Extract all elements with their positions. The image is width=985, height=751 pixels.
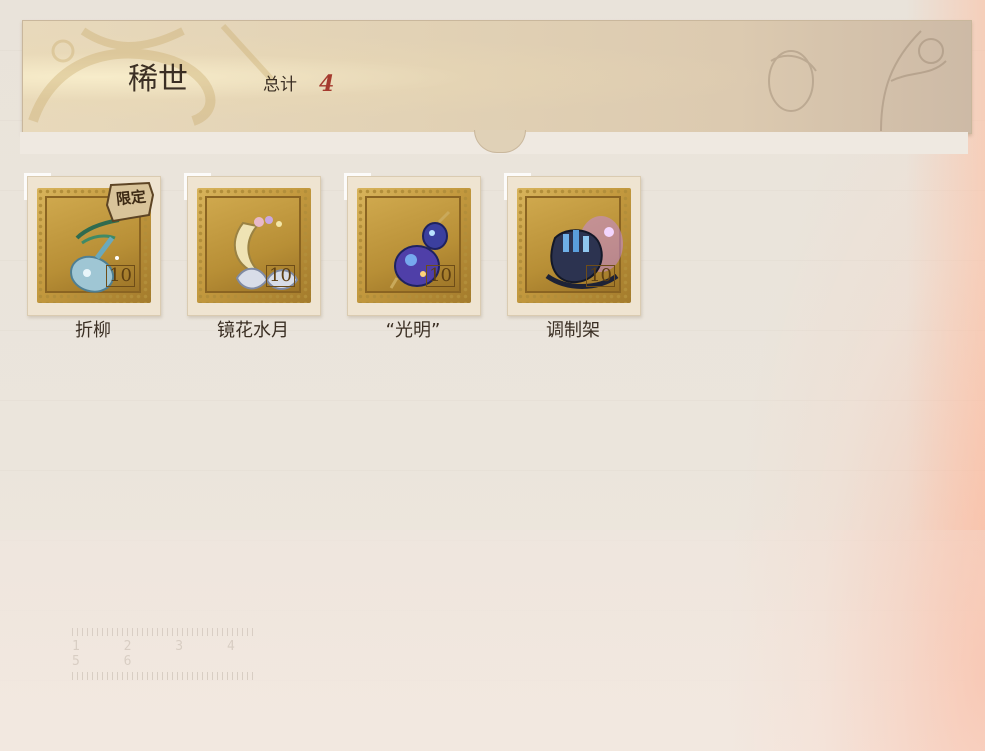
stamp-inner: 10 xyxy=(525,196,623,293)
item-name: 镜花水月 xyxy=(217,320,289,341)
stamp-inner: 10 xyxy=(365,196,461,293)
stamp-frame: 10 xyxy=(184,173,321,316)
item-name: “光明” xyxy=(385,320,441,341)
crescent-moon-flower-icon xyxy=(233,216,299,290)
ruler-numbers: 1 2 3 4 5 6 xyxy=(72,639,253,669)
stamp: 10 xyxy=(517,188,631,303)
total-label: 总计 xyxy=(263,75,297,95)
item-name: 折柳 xyxy=(75,320,111,341)
stamp-value: 10 xyxy=(266,265,295,287)
stamp-value: 10 xyxy=(106,265,135,287)
header-floral-ornament-icon xyxy=(768,30,947,132)
stamp-frame: 10 xyxy=(504,173,641,316)
total-count: 4 xyxy=(319,71,335,97)
category-title: 稀世 xyxy=(128,62,188,97)
stamp: 10 xyxy=(357,188,471,303)
stamp-frame: 10 xyxy=(344,173,481,316)
background-ruler: 1 2 3 4 5 6 xyxy=(72,628,257,680)
gourd-lantern-icon xyxy=(389,210,451,289)
stamp-value: 10 xyxy=(426,265,455,287)
mixing-rack-icon xyxy=(545,216,623,289)
stamp: 10 xyxy=(197,188,311,303)
stamp-value: 10 xyxy=(586,265,615,287)
item-name: 调制架 xyxy=(546,320,600,341)
ruler-ticks xyxy=(72,628,257,636)
stamp-inner: 10 xyxy=(205,196,301,293)
ruler-ticks-lower xyxy=(72,672,257,680)
